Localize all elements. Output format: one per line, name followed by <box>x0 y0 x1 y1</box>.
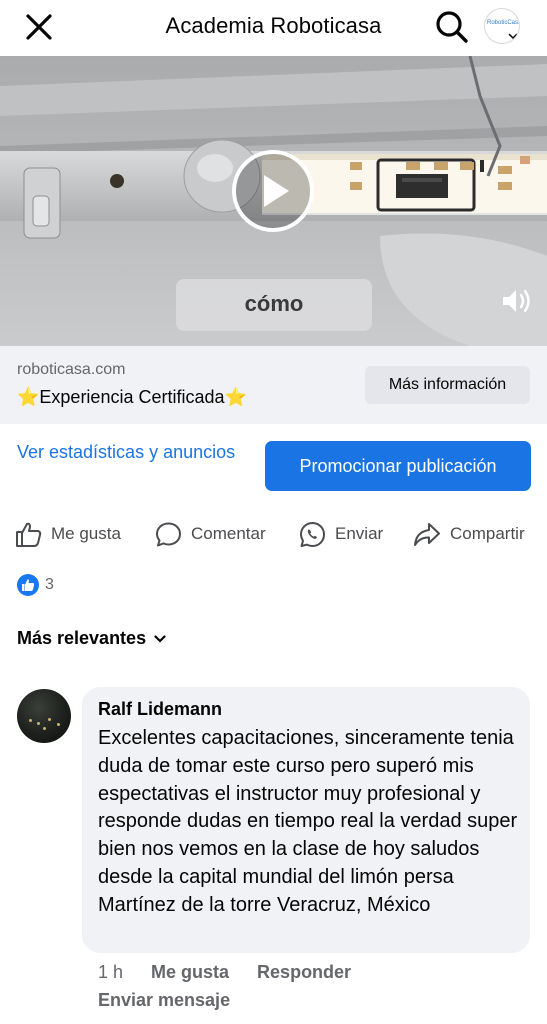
link-domain: roboticasa.com <box>17 361 126 378</box>
page-switcher-avatar[interactable]: RoboticCasa <box>484 8 520 44</box>
more-info-button[interactable]: Más información <box>365 366 530 404</box>
chevron-down-icon <box>154 634 166 643</box>
boost-post-button[interactable]: Promocionar publicación <box>265 441 531 491</box>
share-icon <box>414 522 440 546</box>
play-button[interactable] <box>232 150 314 232</box>
avatar-light <box>43 727 46 730</box>
commenter-avatar[interactable] <box>17 689 71 743</box>
avatar-light <box>29 719 32 722</box>
avatar-light <box>57 723 60 726</box>
share-label: Compartir <box>450 524 525 543</box>
video-player[interactable]: cómo <box>0 56 547 346</box>
reaction-summary[interactable]: 3 <box>17 573 54 597</box>
volume-button[interactable] <box>500 286 534 316</box>
send-label: Enviar <box>335 524 384 543</box>
whatsapp-icon <box>300 521 325 547</box>
volume-icon <box>503 289 530 313</box>
share-button[interactable]: Compartir <box>413 520 525 548</box>
link-headline: ⭐Experiencia Certificada⭐ <box>17 387 247 407</box>
view-insights-link[interactable]: Ver estadísticas y anuncios <box>17 438 237 466</box>
top-bar: Academia Roboticasa RoboticCasa <box>0 0 547 56</box>
comment-icon <box>156 522 181 546</box>
send-message-button[interactable]: Enviar mensaje <box>98 990 230 1011</box>
comment-reply-button[interactable]: Responder <box>257 962 351 983</box>
avatar-light <box>37 722 40 725</box>
play-icon <box>264 175 289 207</box>
comment-sort-dropdown[interactable]: Más relevantes <box>17 628 166 649</box>
reaction-count: 3 <box>45 576 54 593</box>
thumbs-up-icon <box>16 522 42 547</box>
link-preview[interactable]: roboticasa.com ⭐Experiencia Certificada⭐… <box>0 346 547 424</box>
comment-like-button[interactable]: Me gusta <box>151 962 229 983</box>
comment-meta: 1 h Me gusta Responder <box>98 962 379 983</box>
sort-label: Más relevantes <box>17 628 147 648</box>
send-button[interactable]: Enviar <box>299 520 383 548</box>
comment-text: Excelentes capacitaciones, sinceramente … <box>98 727 518 916</box>
caption-text: cómo <box>244 291 304 316</box>
page-logo-text: RoboticCasa <box>487 20 520 26</box>
like-reaction-icon <box>17 574 39 596</box>
chevron-down-icon <box>508 33 518 39</box>
search-icon <box>436 11 468 43</box>
comment-author[interactable]: Ralf Lidemann <box>98 699 222 720</box>
search-button[interactable] <box>434 9 470 45</box>
comment-bubble: Ralf Lidemann Excelentes capacitaciones,… <box>82 687 530 953</box>
comment-timestamp: 1 h <box>98 962 124 982</box>
post-actions: Me gusta Comentar Enviar Compartir <box>0 512 547 556</box>
like-label: Me gusta <box>51 524 121 543</box>
video-caption: cómo <box>176 279 372 331</box>
comment-label: Comentar <box>191 524 266 543</box>
comment-button[interactable]: Comentar <box>155 520 266 548</box>
like-button[interactable]: Me gusta <box>15 520 121 548</box>
avatar-light <box>48 718 51 721</box>
